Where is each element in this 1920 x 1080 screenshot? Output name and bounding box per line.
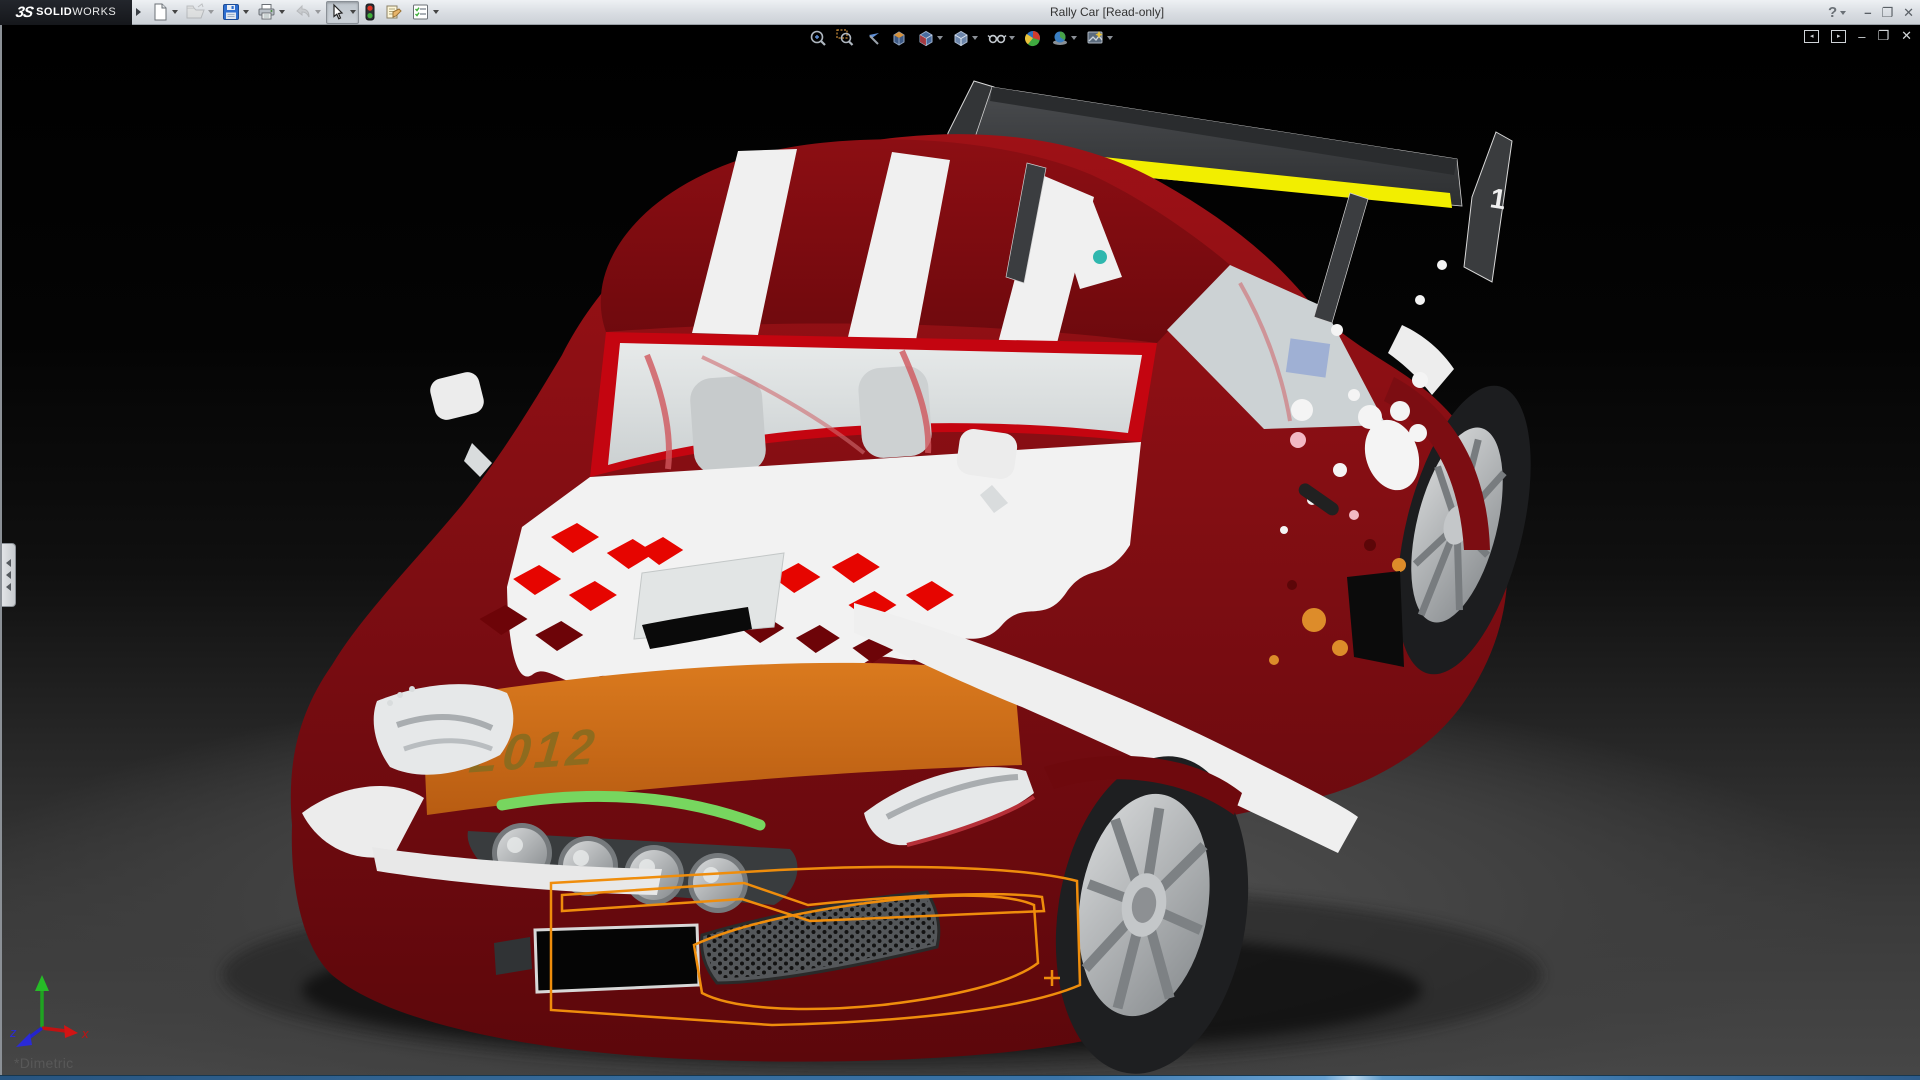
apply-scene-button[interactable] [1050, 28, 1078, 48]
view-settings-icon [1086, 29, 1105, 47]
display-style-button[interactable] [951, 28, 979, 48]
zoom-to-fit-icon [809, 29, 827, 47]
minimize-button[interactable]: – [1864, 0, 1871, 25]
license-plate [535, 925, 699, 992]
undo-arrow-icon [293, 3, 312, 21]
rally-car-model[interactable]: 1 [2, 25, 1920, 1075]
new-document-button[interactable] [148, 1, 181, 24]
print-icon [257, 3, 276, 21]
display-style-icon [952, 29, 970, 47]
display-style-caret[interactable] [972, 36, 978, 40]
rebuild-button[interactable] [361, 1, 379, 24]
print-dropdown-caret[interactable] [279, 10, 285, 14]
graphics-viewport[interactable]: 1 [0, 25, 1920, 1075]
options-checklist-icon [411, 3, 430, 21]
help-icon: ? [1828, 0, 1837, 25]
zoom-to-area-icon [836, 29, 854, 47]
section-view-icon [890, 29, 908, 47]
save-dropdown-caret[interactable] [243, 10, 249, 14]
file-properties-icon [384, 3, 403, 21]
rear-deck-dot [1093, 250, 1107, 264]
logo-text-works: WORKS [72, 6, 116, 18]
doc-restore-button[interactable]: ❐ [1877, 28, 1889, 44]
zoom-to-fit-button[interactable] [808, 28, 828, 48]
doc-minimize-button[interactable]: – [1858, 29, 1865, 44]
options-dropdown-caret[interactable] [433, 10, 439, 14]
pane-arrow-icon [6, 559, 11, 567]
main-toolbar [147, 0, 443, 25]
hide-show-items-caret[interactable] [1009, 36, 1015, 40]
open-dropdown-caret[interactable] [208, 10, 214, 14]
solidworks-logo: 3S SOLIDWORKS [0, 0, 132, 25]
left-mirror [428, 370, 492, 477]
options-button[interactable] [408, 1, 442, 24]
bumper-left-slot [494, 937, 532, 975]
view-orientation-button[interactable] [916, 28, 944, 48]
pane-arrow-icon [6, 571, 11, 579]
open-button[interactable] [183, 1, 217, 24]
menu-flyout-arrow-icon[interactable] [136, 8, 141, 16]
title-bar: 3S SOLIDWORKS [0, 0, 1920, 25]
collapse-left-pane-button[interactable]: ◂ [1804, 30, 1819, 43]
view-orientation-label: *Dimetric [14, 1055, 73, 1071]
zoom-to-area-button[interactable] [835, 28, 855, 48]
doc-close-button[interactable]: ✕ [1901, 28, 1912, 44]
view-settings-caret[interactable] [1107, 36, 1113, 40]
help-button[interactable]: ? [1828, 0, 1846, 25]
document-window-controls: ◂ ▸ – ❐ ✕ [1804, 28, 1912, 44]
apply-scene-icon [1051, 29, 1069, 47]
open-folder-icon [186, 3, 205, 21]
view-orientation-caret[interactable] [937, 36, 943, 40]
undo-button[interactable] [290, 1, 324, 24]
edit-appearance-icon [1024, 29, 1042, 47]
view-settings-button[interactable] [1085, 28, 1114, 48]
taskbar-edge [0, 1075, 1920, 1080]
logo-text-solid: SOLID [36, 6, 72, 18]
select-button[interactable] [326, 1, 359, 24]
new-dropdown-caret[interactable] [172, 10, 178, 14]
save-floppy-icon [222, 3, 240, 21]
previous-view-button[interactable] [862, 28, 882, 48]
help-dropdown-caret[interactable] [1840, 11, 1846, 15]
solidworks-window: 3S SOLIDWORKS [0, 0, 1920, 1080]
restore-button[interactable]: ❐ [1881, 0, 1893, 25]
file-properties-button[interactable] [381, 1, 406, 24]
previous-view-icon [863, 29, 881, 47]
close-button[interactable]: ✕ [1903, 0, 1914, 25]
undo-dropdown-caret[interactable] [315, 10, 321, 14]
save-button[interactable] [219, 1, 252, 24]
solidworks-logo-text: SOLIDWORKS [36, 6, 116, 18]
window-controls: ? – ❐ ✕ [1828, 0, 1914, 25]
pane-arrow-icon [6, 583, 11, 591]
heads-up-view-toolbar [808, 28, 1114, 48]
edit-appearance-button[interactable] [1023, 28, 1043, 48]
window-title: Rally Car [Read-only] [1050, 0, 1164, 25]
print-button[interactable] [254, 1, 288, 24]
hide-show-items-button[interactable] [986, 28, 1016, 48]
select-cursor-icon [329, 3, 347, 21]
apply-scene-caret[interactable] [1071, 36, 1077, 40]
section-view-button[interactable] [889, 28, 909, 48]
view-orientation-icon [917, 29, 935, 47]
feature-pane-collapse-tab[interactable] [2, 543, 16, 607]
side-vent [1347, 571, 1404, 667]
collapse-right-pane-button[interactable]: ▸ [1831, 30, 1846, 43]
triad-x-label: x [81, 1026, 89, 1041]
triad-z-label: z [9, 1025, 17, 1040]
select-dropdown-caret[interactable] [350, 10, 356, 14]
rebuild-traffic-light-icon [364, 3, 376, 21]
solidworks-logo-mark: 3S [14, 4, 34, 21]
new-document-icon [151, 3, 169, 21]
hide-show-items-icon [987, 29, 1007, 47]
